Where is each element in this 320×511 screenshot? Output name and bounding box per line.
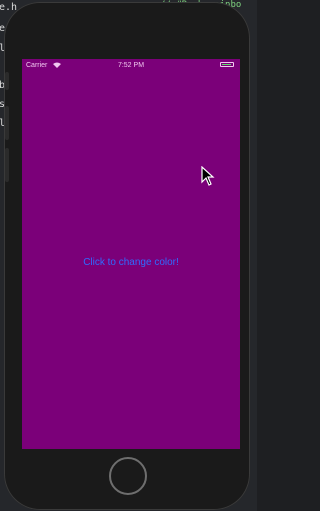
battery-icon [220,62,234,67]
status-time: 7:52 PM [117,62,145,69]
volume-down-button [5,148,9,182]
mouse-pointer-icon [201,166,215,186]
battery-level [222,64,231,65]
simulator-screen: Carrier 7:52 PM Click to change color! [22,59,240,449]
status-bar: Carrier 7:52 PM [22,59,240,71]
change-color-button[interactable]: Click to change color! [22,257,240,268]
mute-switch [5,72,9,90]
volume-up-button [5,106,9,140]
home-button[interactable] [109,457,147,495]
